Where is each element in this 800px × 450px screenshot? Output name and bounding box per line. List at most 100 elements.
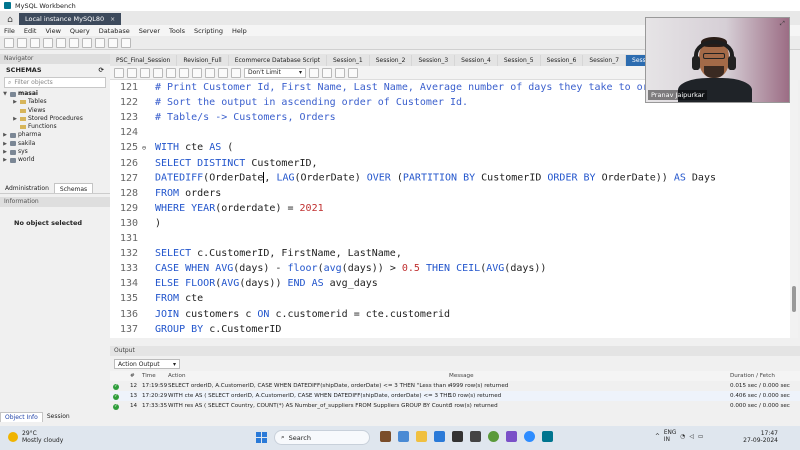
execute-current-icon[interactable] xyxy=(153,67,163,78)
close-icon[interactable]: × xyxy=(110,16,115,23)
tree-item-views[interactable]: Views xyxy=(2,107,110,115)
taskbar-clock[interactable]: 17:47 27-09-2024 xyxy=(738,430,778,444)
stop-icon[interactable] xyxy=(179,67,189,78)
windows-start-icon[interactable] xyxy=(256,432,267,443)
expand-arrow-icon[interactable]: ▶ xyxy=(12,98,18,106)
expand-arrow-icon[interactable]: ▶ xyxy=(2,140,8,148)
code-line[interactable]: 136 JOIN customers c ON c.customerid = ct… xyxy=(110,307,450,322)
code-line[interactable]: 130) xyxy=(110,216,161,231)
code-line[interactable]: 131 xyxy=(110,231,155,246)
inspector-icon[interactable] xyxy=(30,37,40,48)
explain-icon[interactable] xyxy=(166,67,176,78)
menu-database[interactable]: Database xyxy=(99,27,130,35)
task-view-icon[interactable] xyxy=(398,431,409,442)
tree-item-sakila[interactable]: ▶ sakila xyxy=(2,140,110,148)
fold-icon[interactable]: ⊖ xyxy=(138,144,150,152)
code-line[interactable]: 137 GROUP BY c.CustomerID xyxy=(110,322,282,337)
open-file-icon[interactable] xyxy=(114,67,124,78)
execute-icon[interactable] xyxy=(140,67,150,78)
editor-tab-session-7[interactable]: Session_7 xyxy=(583,55,627,66)
code-line[interactable]: 123 # Table/s -> Customers, Orders xyxy=(110,110,336,125)
wrap-icon[interactable] xyxy=(348,67,358,78)
editor-scrollbar[interactable] xyxy=(790,80,798,338)
editor-tab-ecommerce-script[interactable]: Ecommerce Database Script xyxy=(229,55,327,66)
menu-help[interactable]: Help xyxy=(232,27,247,35)
microsoft-store-icon[interactable] xyxy=(452,431,463,442)
mysql-workbench-taskbar-icon[interactable] xyxy=(542,431,553,442)
open-sql-script-icon[interactable] xyxy=(17,37,27,48)
tree-item-sys[interactable]: ▶ sys xyxy=(2,148,110,156)
create-view-icon[interactable] xyxy=(69,37,79,48)
taskbar-search-input[interactable]: ⌕ Search xyxy=(274,430,370,445)
editor-tab-session-2[interactable]: Session_2 xyxy=(370,55,413,66)
expand-arrow-icon[interactable]: ▶ xyxy=(12,115,18,123)
menu-tools[interactable]: Tools xyxy=(169,27,185,35)
create-table-icon[interactable] xyxy=(56,37,66,48)
menu-file[interactable]: File xyxy=(4,27,15,35)
language-indicator[interactable]: ENG IN xyxy=(664,430,677,444)
stop-on-error-icon[interactable] xyxy=(192,67,202,78)
code-line[interactable]: 134 ELSE FLOOR(AVG(days)) END AS avg_days xyxy=(110,276,378,291)
invisible-chars-icon[interactable] xyxy=(335,67,345,78)
code-line[interactable]: 135 FROM cte xyxy=(110,291,203,306)
code-line[interactable]: 121 # Print Customer Id, First Name, Last… xyxy=(110,80,667,95)
editor-tab-psc-final-session[interactable]: PSC_Final_Session xyxy=(110,55,178,66)
create-function-icon[interactable] xyxy=(95,37,105,48)
fullscreen-icon[interactable]: ⤢ xyxy=(780,20,785,28)
zoom-icon[interactable] xyxy=(524,431,535,442)
collapse-arrow-icon[interactable]: ▼ xyxy=(2,90,8,98)
create-schema-icon[interactable] xyxy=(43,37,53,48)
tab-session[interactable]: Session xyxy=(43,412,74,422)
battery-icon[interactable]: ▭ xyxy=(698,434,703,440)
home-icon[interactable]: ⌂ xyxy=(4,14,16,25)
connection-tab[interactable]: Local instance MySQL80 × xyxy=(19,13,122,25)
code-line[interactable]: 128 FROM orders xyxy=(110,186,221,201)
volume-icon[interactable]: ◁ xyxy=(689,434,693,440)
tree-item-tables[interactable]: ▶ Tables xyxy=(2,98,110,106)
code-line[interactable]: 122 # Sort the output in ascending order … xyxy=(110,95,468,110)
table-row[interactable]: ✓ 12 17:19:59 SELECT orderID, A.Customer… xyxy=(110,381,800,391)
autocommit-icon[interactable] xyxy=(231,67,241,78)
tree-item-stored-procedures[interactable]: ▶ Stored Procedures xyxy=(2,115,110,123)
tab-schemas[interactable]: Schemas xyxy=(53,183,94,193)
expand-arrow-icon[interactable]: ▶ xyxy=(2,156,8,164)
code-line[interactable]: 125 ⊖ WITH cte AS ( xyxy=(110,140,233,155)
menu-server[interactable]: Server xyxy=(139,27,160,35)
code-line[interactable]: 127 DATEDIFF(OrderDate, LAG(OrderDate) OV… xyxy=(110,171,716,186)
expand-arrow-icon[interactable]: ▶ xyxy=(2,148,8,156)
beautify-icon[interactable] xyxy=(309,67,319,78)
editor-tab-session-5[interactable]: Session_5 xyxy=(498,55,541,66)
rollback-icon[interactable] xyxy=(218,67,228,78)
scrollbar-thumb[interactable] xyxy=(792,286,796,312)
new-sql-tab-icon[interactable] xyxy=(4,37,14,48)
code-line[interactable]: 126 SELECT DISTINCT CustomerID, xyxy=(110,156,318,171)
app-avatar-icon[interactable] xyxy=(380,431,391,442)
code-line[interactable]: 132 SELECT c.CustomerID, FirstName, LastN… xyxy=(110,246,402,261)
editor-tab-session-3[interactable]: Session_3 xyxy=(412,55,456,66)
sql-editor[interactable]: 121 # Print Customer Id, First Name, Last… xyxy=(110,80,790,338)
menu-view[interactable]: View xyxy=(45,27,60,35)
menu-edit[interactable]: Edit xyxy=(24,27,37,35)
weather-widget[interactable]: 29°C Mostly cloudy xyxy=(8,430,63,444)
editor-tab-session-6[interactable]: Session_6 xyxy=(541,55,584,66)
menu-query[interactable]: Query xyxy=(70,27,90,35)
file-explorer-icon[interactable] xyxy=(416,431,427,442)
commit-icon[interactable] xyxy=(205,67,215,78)
edge-browser-icon[interactable] xyxy=(434,431,445,442)
tree-item-functions[interactable]: Functions xyxy=(2,123,110,131)
wifi-icon[interactable]: ◔ xyxy=(680,434,685,440)
row-limit-select[interactable]: Don't Limit ▾ xyxy=(244,67,306,78)
expand-arrow-icon[interactable]: ▶ xyxy=(2,131,8,139)
dell-icon[interactable] xyxy=(470,431,481,442)
chevron-up-icon[interactable]: ^ xyxy=(655,434,660,440)
tree-item-world[interactable]: ▶ world xyxy=(2,156,110,164)
code-line[interactable]: 124 xyxy=(110,125,155,140)
tab-object-info[interactable]: Object Info xyxy=(0,412,43,422)
code-line[interactable]: 133 CASE WHEN AVG(days) - floor(avg(days)… xyxy=(110,261,547,276)
editor-tab-revision-full[interactable]: Revision_Full xyxy=(177,55,229,66)
search-table-data-icon[interactable] xyxy=(108,37,118,48)
app-icon[interactable] xyxy=(506,431,517,442)
filter-objects-input[interactable]: ⌕ Filter objects xyxy=(4,77,106,88)
editor-tab-session-1[interactable]: Session_1 xyxy=(327,55,370,66)
menu-scripting[interactable]: Scripting xyxy=(194,27,223,35)
